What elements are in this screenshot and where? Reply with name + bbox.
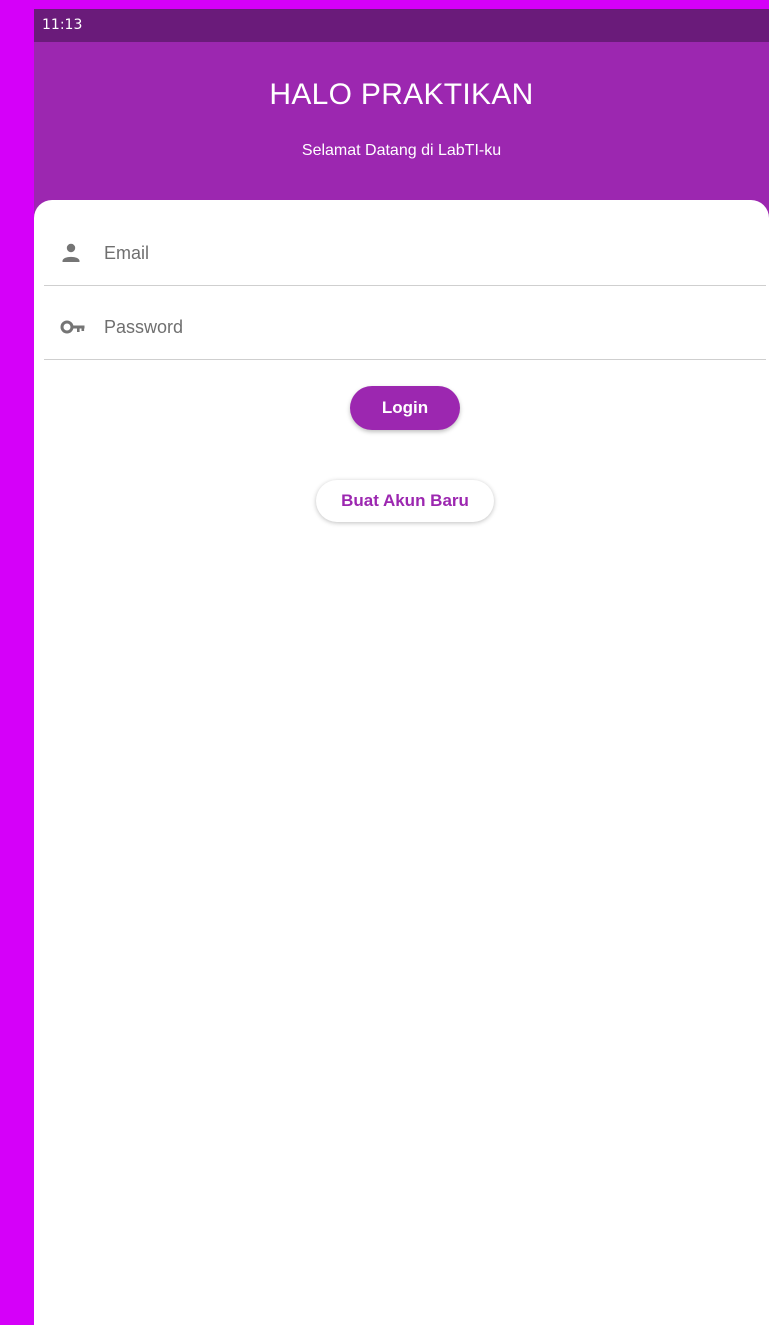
email-field-container [44, 214, 766, 286]
app-screen: 11:13 HALO PRAKTIKAN Selamat Datang di L… [34, 9, 769, 1325]
password-field-container [44, 288, 766, 360]
login-button[interactable]: Login [350, 386, 460, 430]
person-icon [60, 242, 82, 264]
email-input[interactable] [104, 236, 724, 270]
create-account-button[interactable]: Buat Akun Baru [316, 480, 494, 522]
page-title: HALO PRAKTIKAN [269, 78, 534, 111]
page-subtitle: Selamat Datang di LabTI-ku [301, 142, 502, 159]
status-time: 11:13 [42, 17, 83, 33]
password-input[interactable] [104, 310, 724, 344]
key-icon [60, 316, 85, 338]
login-card: Login Buat Akun Baru [34, 200, 769, 1325]
header: HALO PRAKTIKAN Selamat Datang di LabTI-k… [34, 42, 769, 212]
status-bar: 11:13 [34, 9, 769, 42]
